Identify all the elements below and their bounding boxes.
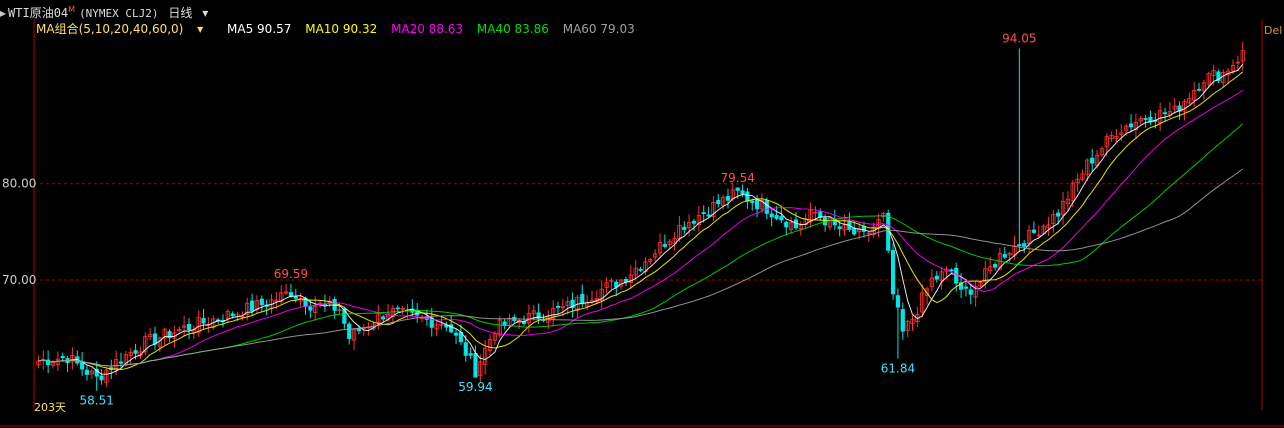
candle-body xyxy=(186,323,192,331)
right-cut-label: Del xyxy=(1264,24,1282,37)
candle-body xyxy=(118,361,124,364)
candlestick-chart[interactable]: 80.00 70.00 Del 58.51 69.59 59.94 79.54 61.84 94… xyxy=(0,20,1284,428)
candle-body xyxy=(60,356,65,358)
price-annotation: 79.54 xyxy=(721,171,755,185)
contract-code: (NYMEX CLJ2) xyxy=(79,7,159,20)
candle-body xyxy=(1022,243,1027,247)
candle-body xyxy=(1162,112,1168,115)
candle-body xyxy=(555,305,561,308)
period-dropdown[interactable]: 日线 ▾ xyxy=(168,6,214,20)
periods-label: 203天 xyxy=(34,401,66,414)
candle-body xyxy=(1017,244,1022,247)
candle-body xyxy=(308,306,313,311)
candle-body xyxy=(473,353,478,378)
candle-body xyxy=(99,375,104,381)
candle-body xyxy=(449,324,454,333)
candle-body xyxy=(701,212,706,214)
candle-body xyxy=(638,268,643,271)
candle-body xyxy=(1056,212,1061,217)
candle-body xyxy=(949,269,954,272)
title-bar: ▸ WTI原油04M (NYMEX CLJ2) 日线 ▾ xyxy=(0,0,1284,20)
symbol-name: WTI原油04 xyxy=(8,6,69,20)
candle-body xyxy=(755,199,760,210)
candle-body xyxy=(691,220,697,224)
candle-body xyxy=(769,213,774,218)
ma10-line xyxy=(38,71,1244,371)
price-annotation: 59.94 xyxy=(458,380,492,394)
candle-body xyxy=(259,298,264,306)
candle-body xyxy=(293,296,298,299)
chevron-down-icon: ▾ xyxy=(198,6,209,20)
price-annotation: 61.84 xyxy=(881,362,915,376)
candle-body xyxy=(1090,157,1095,164)
candle-body xyxy=(152,333,158,345)
candle-body xyxy=(900,309,905,332)
candle-body xyxy=(347,323,352,340)
candle-body xyxy=(895,295,901,308)
candle-body xyxy=(453,332,459,336)
candle-body xyxy=(740,190,745,195)
candle-body xyxy=(1128,123,1134,128)
period-label: 日线 xyxy=(168,6,193,20)
price-annotation: 69.59 xyxy=(274,267,308,281)
candle-body xyxy=(725,196,731,201)
candle-body xyxy=(133,350,138,354)
candle-body xyxy=(992,264,998,268)
price-annotation: 94.05 xyxy=(1002,31,1036,45)
candle-body xyxy=(779,216,784,221)
candle-body xyxy=(837,226,842,230)
candle-body xyxy=(852,227,857,235)
candle-body xyxy=(682,226,687,231)
candle-body xyxy=(201,318,206,324)
collapse-icon[interactable]: ▸ xyxy=(0,6,6,20)
candle-body xyxy=(968,289,973,295)
candle-body xyxy=(468,353,473,356)
candle-body xyxy=(764,200,769,214)
candle-body xyxy=(84,369,90,375)
candle-body xyxy=(662,244,667,247)
candle-body xyxy=(1031,229,1037,233)
y-tick-label: 80.00 xyxy=(2,177,36,191)
candle-body xyxy=(463,342,468,356)
candle-body xyxy=(716,200,721,205)
candle-body xyxy=(934,275,939,280)
candle-body xyxy=(745,191,750,202)
symbol-sup: M xyxy=(68,5,76,14)
candle-body xyxy=(230,313,235,317)
candle-body xyxy=(1143,118,1148,120)
ma5-line xyxy=(38,63,1244,375)
y-tick-label: 70.00 xyxy=(2,273,36,287)
candle-body xyxy=(890,250,896,295)
candle-body xyxy=(706,214,711,217)
candle-body xyxy=(750,200,755,203)
candle-body xyxy=(963,286,969,289)
candle-body xyxy=(395,307,400,310)
candle-body xyxy=(381,316,386,320)
candle-body xyxy=(784,221,789,228)
candle-body xyxy=(774,215,779,219)
price-annotation: 58.51 xyxy=(80,394,114,408)
candle-body xyxy=(735,187,740,191)
candle-body xyxy=(1002,254,1007,258)
candle-body xyxy=(1196,88,1202,91)
candle-body xyxy=(249,300,255,312)
ma40-line xyxy=(38,123,1244,367)
candle-body xyxy=(356,328,362,332)
candle-body xyxy=(46,359,51,366)
candle-body xyxy=(580,294,585,305)
